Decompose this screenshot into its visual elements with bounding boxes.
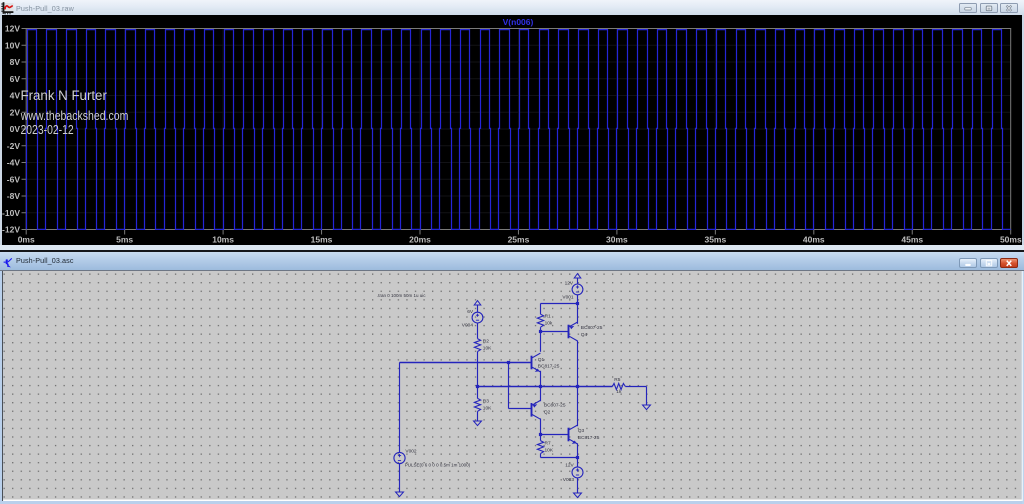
svg-text:.tran 0 100m 50m 1u uic: .tran 0 100m 50m 1u uic [377, 293, 426, 298]
svg-text:35ms: 35ms [704, 235, 726, 245]
svg-text:V(n006): V(n006) [503, 17, 534, 27]
svg-text:V003: V003 [563, 477, 575, 483]
svg-text:10k: 10k [545, 320, 553, 326]
svg-text:20ms: 20ms [409, 235, 431, 245]
svg-text:R3: R3 [483, 399, 489, 405]
svg-text:Q1: Q1 [538, 357, 545, 363]
svg-text:PULSE(0 6 0 0 0 0.5m 1m 1000): PULSE(0 6 0 0 0 0.5m 1m 1000) [405, 463, 471, 468]
svg-text:12V: 12V [565, 462, 574, 468]
svg-text:6V: 6V [467, 309, 474, 315]
svg-text:40ms: 40ms [803, 235, 825, 245]
svg-text:R2: R2 [483, 339, 489, 345]
svg-text:50ms: 50ms [1000, 235, 1022, 245]
svg-text:BC817-25: BC817-25 [538, 364, 560, 370]
svg-text:25ms: 25ms [508, 235, 530, 245]
svg-text:5ms: 5ms [116, 235, 133, 245]
svg-text:V004: V004 [462, 323, 474, 329]
svg-text:V002: V002 [405, 448, 417, 454]
svg-text:Frank N Furter: Frank N Furter [21, 88, 108, 103]
svg-text:1k: 1k [616, 389, 622, 395]
svg-text:10V: 10V [5, 40, 20, 50]
svg-text:Q3: Q3 [578, 428, 585, 434]
svg-text:-10V: -10V [2, 208, 20, 218]
svg-text:10K: 10K [545, 448, 554, 454]
svg-text:Q2: Q2 [544, 410, 551, 416]
svg-text:BC807-25: BC807-25 [544, 402, 566, 408]
svg-text:-12V: -12V [2, 225, 20, 235]
svg-text:4V: 4V [10, 91, 21, 101]
svg-text:2V: 2V [10, 107, 21, 117]
svg-text:12V: 12V [565, 280, 574, 286]
svg-text:-6V: -6V [7, 174, 21, 184]
svg-text:30ms: 30ms [606, 235, 628, 245]
svg-text:10K: 10K [483, 406, 492, 412]
svg-text:45ms: 45ms [901, 235, 923, 245]
svg-text:-8V: -8V [7, 191, 21, 201]
svg-text:12V: 12V [5, 24, 20, 34]
svg-text:V001: V001 [562, 295, 574, 301]
svg-text:10ms: 10ms [212, 235, 234, 245]
svg-text:8V: 8V [10, 57, 21, 67]
svg-text:6V: 6V [10, 74, 21, 84]
svg-text:10K: 10K [483, 346, 492, 352]
svg-text:-2V: -2V [7, 141, 21, 151]
svg-text:-4V: -4V [7, 158, 21, 168]
svg-text:R5: R5 [614, 377, 620, 383]
svg-text:R7: R7 [545, 441, 551, 447]
svg-text:www.thebackshed.com: www.thebackshed.com [20, 108, 129, 123]
svg-text:BC817-25: BC817-25 [578, 435, 600, 441]
svg-text:2023-02-12: 2023-02-12 [21, 123, 74, 137]
svg-text:BC807-25: BC807-25 [581, 325, 603, 331]
svg-text:Q4: Q4 [581, 332, 588, 338]
svg-text:15ms: 15ms [311, 235, 333, 245]
svg-text:R1: R1 [545, 313, 551, 319]
svg-text:0V: 0V [10, 124, 21, 134]
svg-text:0ms: 0ms [18, 235, 35, 245]
